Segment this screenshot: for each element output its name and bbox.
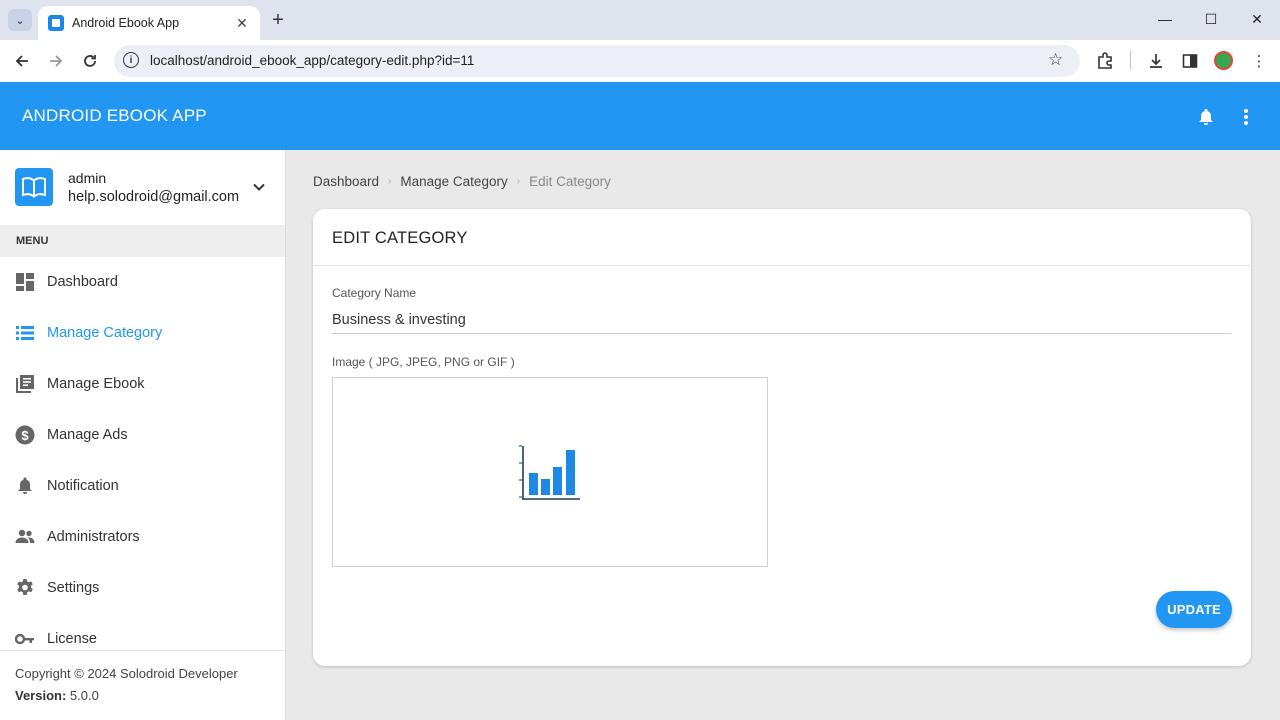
user-info: admin help.solodroid@gmail.com [0, 150, 285, 224]
user-name: admin [68, 170, 107, 186]
sidebar-item-manage-category[interactable]: Manage Category [0, 313, 285, 353]
app-title[interactable]: ANDROID EBOOK APP [22, 106, 207, 126]
sidebar-item-label: License [47, 631, 97, 647]
dollar-icon: $ [15, 425, 35, 445]
browser-tab[interactable]: Android Ebook App ✕ [38, 6, 260, 40]
forward-icon[interactable] [44, 49, 68, 73]
version-text: Version: 5.0.0 [15, 688, 99, 703]
minimize-button[interactable]: — [1142, 0, 1188, 38]
category-name-input[interactable] [332, 307, 1231, 334]
tab-search-icon[interactable]: ⌄ [8, 9, 32, 31]
sidebar-item-manage-ebook[interactable]: Manage Ebook [0, 364, 285, 404]
window-controls: — ☐ ✕ [1142, 0, 1280, 38]
breadcrumb: Dashboard › Manage Category › Edit Categ… [313, 174, 611, 189]
sidebar-item-label: Administrators [47, 529, 140, 545]
tab-title: Android Ebook App [72, 16, 180, 30]
sidebar-item-dashboard[interactable]: Dashboard [0, 262, 285, 302]
browser-menu-icon[interactable]: ⋮ [1248, 50, 1270, 72]
back-icon[interactable] [10, 49, 34, 73]
book-avatar-icon [15, 168, 53, 206]
close-window-button[interactable]: ✕ [1234, 0, 1280, 38]
sidebar-item-label: Notification [47, 478, 119, 494]
key-icon [15, 633, 34, 645]
close-tab-icon[interactable]: ✕ [234, 15, 250, 32]
menu-header: MENU [0, 225, 285, 257]
chevron-down-icon[interactable] [252, 180, 266, 194]
dashboard-icon [16, 273, 34, 291]
sidebar-item-administrators[interactable]: Administrators [0, 517, 285, 557]
breadcrumb-separator: › [516, 176, 521, 187]
sidebar-item-label: Manage Ebook [47, 376, 145, 392]
version-label: Version: [15, 688, 67, 703]
image-upload-dropzone[interactable] [332, 377, 768, 567]
sidebar-footer: Copyright © 2024 Solodroid Developer Ver… [0, 650, 285, 720]
breadcrumb-dashboard[interactable]: Dashboard [313, 174, 379, 189]
bar-chart-image-icon [519, 445, 580, 500]
notification-bell-icon[interactable] [1196, 107, 1216, 127]
tab-strip: ⌄ Android Ebook App ✕ + — ☐ ✕ [0, 0, 1280, 40]
gear-icon [17, 579, 33, 595]
maximize-button[interactable]: ☐ [1188, 0, 1234, 38]
sidebar-item-settings[interactable]: Settings [0, 568, 285, 608]
people-icon [15, 529, 35, 543]
edit-category-card: EDIT CATEGORY Category Name Image ( JPG,… [313, 209, 1251, 666]
version-value: 5.0.0 [69, 688, 99, 703]
new-tab-button[interactable]: + [268, 9, 288, 31]
url-text[interactable]: localhost/android_ebook_app/category-edi… [150, 53, 474, 68]
list-icon [16, 326, 34, 340]
toolbar-separator [1130, 50, 1131, 70]
user-email: help.solodroid@gmail.com [68, 189, 240, 205]
bell-icon [18, 477, 32, 494]
card-divider [313, 265, 1251, 266]
site-info-icon[interactable]: i [123, 52, 139, 68]
sidebar-item-notification[interactable]: Notification [0, 466, 285, 506]
library-books-icon [16, 375, 34, 393]
svg-text:$: $ [21, 428, 29, 443]
image-label: Image ( JPG, JPEG, PNG or GIF ) [332, 355, 515, 369]
card-title: EDIT CATEGORY [332, 229, 468, 247]
sidebar-item-label: Dashboard [47, 274, 118, 290]
bookmark-star-icon[interactable]: ☆ [1048, 50, 1063, 70]
sidebar-item-manage-ads[interactable]: $ Manage Ads [0, 415, 285, 455]
extensions-icon[interactable] [1094, 50, 1116, 72]
update-button[interactable]: UPDATE [1156, 591, 1232, 628]
sidebar-item-label: Settings [47, 580, 100, 596]
sidebar-item-label: Manage Category [47, 325, 163, 341]
profile-avatar-icon[interactable] [1214, 51, 1233, 70]
sidebar: admin help.solodroid@gmail.com MENU Dash… [0, 150, 286, 720]
download-icon[interactable] [1145, 50, 1167, 72]
copyright-text: Copyright © 2024 Solodroid Developer [15, 666, 238, 681]
reload-icon[interactable] [78, 49, 102, 73]
sidebar-item-label: Manage Ads [47, 427, 128, 443]
side-panel-icon[interactable] [1179, 50, 1201, 72]
more-vert-icon[interactable] [1238, 107, 1254, 127]
favicon-icon [48, 15, 64, 31]
category-name-label: Category Name [332, 286, 417, 300]
breadcrumb-manage-category[interactable]: Manage Category [400, 174, 507, 189]
breadcrumb-separator: › [388, 176, 392, 187]
breadcrumb-edit-category: Edit Category [529, 174, 611, 189]
